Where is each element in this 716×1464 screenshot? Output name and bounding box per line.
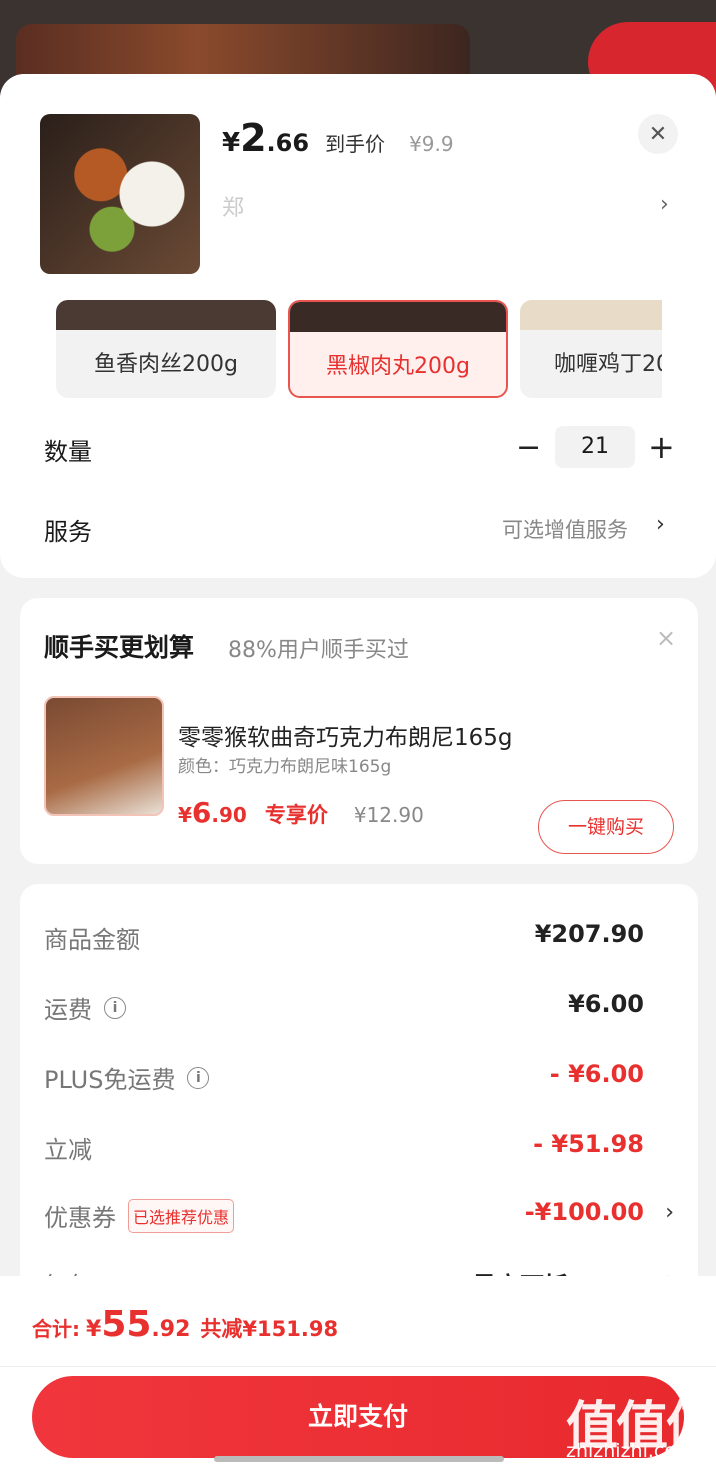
upsell-product-variant: 颜色：巧克力布朗尼味165g <box>178 757 392 777</box>
upsell-price-symbol: ¥ <box>178 803 192 827</box>
order-sheet: ¥ 2.66 到手价 ¥9.9 ✕ 郑 › 鱼香肉丝200g 黑椒肉丸200g … <box>0 74 716 1464</box>
spec-option[interactable]: 咖喱鸡丁200g <box>520 300 662 398</box>
info-icon[interactable]: i <box>104 996 126 1019</box>
chevron-right-icon[interactable]: › <box>660 192 669 217</box>
divider <box>0 1366 716 1367</box>
upsell-product-image[interactable] <box>44 696 164 816</box>
original-price: ¥9.9 <box>409 132 454 156</box>
spec-label: 黑椒肉丸200g <box>326 354 470 379</box>
spec-selector: 鱼香肉丝200g 黑椒肉丸200g 咖喱鸡丁200g <box>56 300 662 398</box>
summary-label: 优惠券 <box>44 1204 116 1232</box>
summary-row-coupon[interactable]: 优惠券 已选推荐优惠 -¥100.00 › <box>44 1198 674 1238</box>
upsell-price: ¥ 6.90 专享价 ¥12.90 <box>178 796 424 829</box>
upsell-title: 顺手买更划算 <box>44 633 195 662</box>
one-click-buy-button[interactable]: 一键购买 <box>538 800 674 854</box>
upsell-price-tag: 专享价 <box>264 803 328 827</box>
spec-label: 咖喱鸡丁200g <box>554 352 662 377</box>
summary-row-plus-free-shipping: PLUS免运费 i - ¥6.00 <box>44 1060 674 1100</box>
product-thumbnail[interactable] <box>40 114 200 274</box>
summary-value: ¥207.90 <box>534 920 644 948</box>
service-value[interactable]: 可选增值服务 <box>502 514 628 544</box>
summary-label: 运费 <box>44 996 92 1024</box>
close-icon: ✕ <box>648 121 668 147</box>
summary-value: -¥100.00 <box>524 1198 644 1226</box>
spec-label: 鱼香肉丝200g <box>94 352 238 377</box>
upsell-original-price: ¥12.90 <box>353 803 424 827</box>
product-price: ¥ 2.66 到手价 ¥9.9 <box>222 116 454 160</box>
summary-label: 商品金额 <box>44 926 140 954</box>
summary-row-subtotal: 商品金额 ¥207.90 <box>44 920 674 960</box>
summary-value: - ¥51.98 <box>533 1130 644 1158</box>
home-indicator <box>214 1456 504 1462</box>
summary-value: - ¥6.00 <box>549 1060 644 1088</box>
summary-value: ¥6.00 <box>568 990 644 1018</box>
upsell-product-name: 零零猴软曲奇巧克力布朗尼165g <box>178 725 513 751</box>
product-card: ¥ 2.66 到手价 ¥9.9 ✕ 郑 › 鱼香肉丝200g 黑椒肉丸200g … <box>0 74 716 578</box>
quantity-plus-button[interactable]: + <box>648 428 675 466</box>
checkout-bar: 合计: ¥ 55 .92 共减¥151.98 立即支付 值值值 zhizhizh… <box>0 1276 716 1464</box>
quantity-minus-button[interactable]: − <box>516 430 541 465</box>
spec-option-selected[interactable]: 黑椒肉丸200g <box>288 300 508 398</box>
info-icon[interactable]: i <box>187 1066 210 1089</box>
chevron-right-icon[interactable]: › <box>656 512 665 537</box>
total-integer: 55 <box>101 1304 152 1345</box>
summary-row-instant-discount: 立减 - ¥51.98 <box>44 1130 674 1170</box>
upsell-subtitle: 88%用户顺手买过 <box>228 638 409 663</box>
upsell-card: 顺手买更划算 88%用户顺手买过 × 零零猴软曲奇巧克力布朗尼165g 颜色：巧… <box>20 598 698 864</box>
price-integer: 2 <box>240 116 267 160</box>
summary-label: 立减 <box>44 1136 92 1164</box>
watermark-site: zhizhizhi.com <box>566 1440 695 1462</box>
spec-image <box>520 300 662 330</box>
product-subline: 郑 <box>222 196 245 221</box>
summary-row-shipping: 运费 i ¥6.00 <box>44 990 674 1030</box>
chevron-right-icon[interactable]: › <box>665 1200 674 1225</box>
price-decimal: .66 <box>266 129 310 157</box>
spec-image <box>56 300 276 330</box>
total-amount: 合计: ¥ 55 .92 共减¥151.98 <box>32 1304 338 1345</box>
close-button[interactable]: ✕ <box>638 114 678 154</box>
summary-label: PLUS免运费 <box>44 1066 176 1094</box>
price-label: 到手价 <box>325 132 386 156</box>
spec-option[interactable]: 鱼香肉丝200g <box>56 300 276 398</box>
upsell-price-decimal: .90 <box>211 803 247 827</box>
service-label: 服务 <box>44 518 92 546</box>
total-saved: 共减¥151.98 <box>200 1317 339 1341</box>
upsell-close-icon[interactable]: × <box>656 624 676 652</box>
total-symbol: ¥ <box>86 1317 102 1342</box>
total-label: 合计: <box>32 1317 80 1341</box>
quantity-label: 数量 <box>44 438 92 466</box>
upsell-price-integer: 6 <box>191 796 212 829</box>
price-symbol: ¥ <box>222 128 241 158</box>
coupon-tag: 已选推荐优惠 <box>128 1198 235 1233</box>
total-decimal: .92 <box>151 1317 191 1342</box>
quantity-input[interactable]: 21 <box>555 426 635 468</box>
spec-image <box>290 302 506 332</box>
